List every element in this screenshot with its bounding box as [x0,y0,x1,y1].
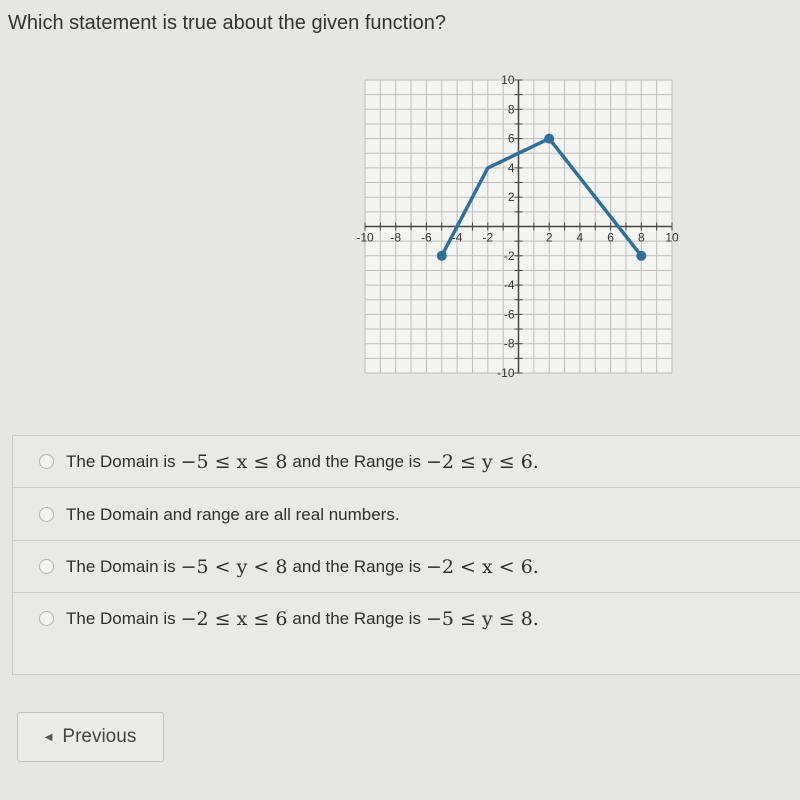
y-tick-label: 6 [508,132,515,146]
option-math: −2 ≤ y ≤ 6. [425,450,539,473]
endpoint-dot [436,250,447,261]
x-tick-label: -2 [482,231,493,245]
option-math: −5 ≤ x ≤ 8 [180,450,288,473]
x-tick-label: 2 [546,231,553,245]
radio-button[interactable] [39,454,54,469]
y-tick-label: 8 [508,102,515,116]
option-text: The Domain and range are all real number… [66,504,400,524]
endpoint-dot [544,133,555,144]
radio-button[interactable] [39,507,54,522]
option-text: The Domain is [66,608,176,628]
previous-label: Previous [62,726,137,747]
option-text: The Domain is [66,451,176,471]
answer-option-2[interactable]: The Domain and range are all real number… [13,489,800,541]
x-tick-label: 10 [665,231,679,245]
answer-options: The Domain is −5 ≤ x ≤ 8 and the Range i… [12,435,800,675]
option-math: −2 < x < 6. [426,555,539,578]
x-tick-label: -6 [421,231,432,245]
option-text: The Domain is [66,556,176,576]
y-tick-label: -8 [504,337,515,351]
option-math: −5 ≤ y ≤ 8. [425,607,539,630]
option-text: and the Range is [292,608,421,628]
option-math: −2 ≤ x ≤ 6 [180,607,288,630]
triangle-left-icon: ◀ [44,731,53,743]
y-tick-label: 2 [508,190,515,204]
x-tick-label: 6 [607,231,614,245]
answer-option-4[interactable]: The Domain is −2 ≤ x ≤ 6 and the Range i… [13,593,800,644]
endpoint-dot [636,250,647,261]
option-math: −5 < y < 8 [180,555,288,578]
x-tick-label: 4 [577,231,584,245]
radio-button[interactable] [39,559,54,574]
option-text: and the Range is [292,556,421,576]
previous-button[interactable]: ◀ Previous [17,712,164,762]
x-tick-label: -10 [356,231,374,245]
y-tick-label: -10 [497,366,515,380]
y-tick-label: 10 [501,73,515,87]
function-graph: -10 -8 -6 -4 -2 2 4 6 8 10108642-2-4-6-8-10 [356,73,679,380]
x-tick-label: -8 [390,231,401,245]
answer-option-1[interactable]: The Domain is −5 ≤ x ≤ 8 and the Range i… [13,436,800,488]
question-text: Which statement is true about the given … [8,12,447,34]
y-tick-label: -4 [504,278,515,292]
radio-button[interactable] [39,611,54,626]
y-tick-label: -2 [504,249,515,263]
y-tick-label: 4 [508,161,515,175]
x-tick-label: 8 [638,231,645,245]
option-text: and the Range is [292,451,421,471]
y-tick-label: -6 [504,307,515,321]
answer-option-3[interactable]: The Domain is −5 < y < 8 and the Range i… [13,541,800,593]
